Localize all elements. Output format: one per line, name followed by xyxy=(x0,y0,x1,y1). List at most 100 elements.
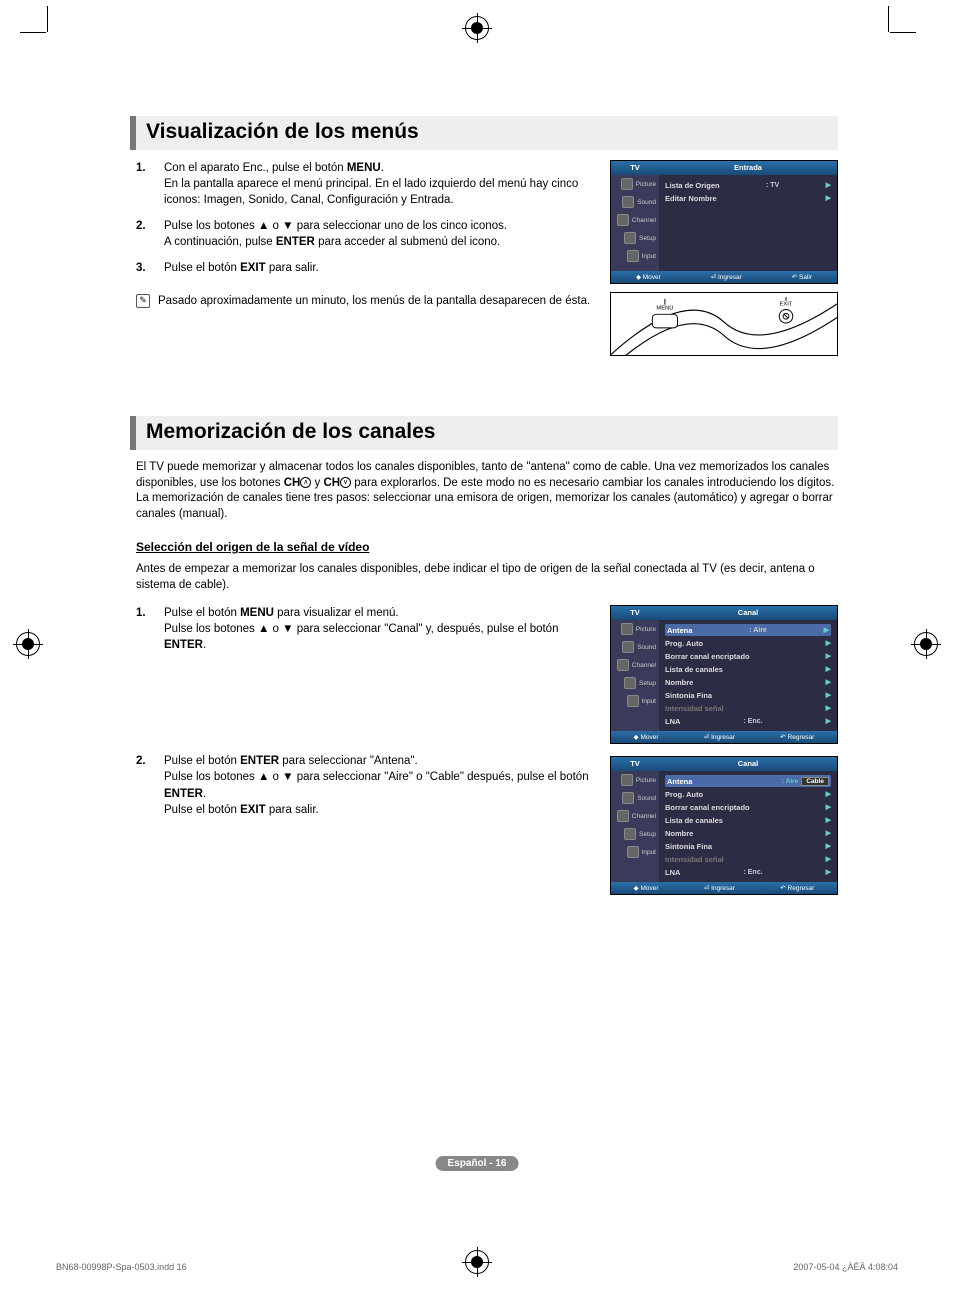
footer-right: 2007-05-04 ¿ÀÈÄ 4:08:04 xyxy=(793,1262,898,1272)
tab-tv: TV xyxy=(611,606,659,620)
registration-mark-icon xyxy=(16,632,40,656)
step-body: Pulse el botón ENTER para seleccionar "A… xyxy=(164,753,596,817)
step-num: 1. xyxy=(136,160,154,208)
step-body: Con el aparato Enc., pulse el botón MENU… xyxy=(164,160,596,208)
section1-body: 1.Con el aparato Enc., pulse el botón ME… xyxy=(136,160,838,356)
side-item: Channel xyxy=(611,211,659,229)
side-label: Sound xyxy=(637,199,656,206)
note-row: ✎ Pasado aproximadamente un minuto, los … xyxy=(136,293,596,309)
tv-menu-canal-1: TV Canal Picture Sound Channel Setup Input A… xyxy=(610,605,838,744)
step-body: Pulse el botón MENU para visualizar el m… xyxy=(164,605,596,653)
side-label: Input xyxy=(642,849,656,856)
menu-row: Intensidad señal▶ xyxy=(665,853,831,865)
step-body: Pulse el botón EXIT para salir. xyxy=(164,260,596,276)
menu-row: Intensidad señal▶ xyxy=(665,702,831,714)
tv-menu-entrada: TV Entrada PictureSoundChannelSetupInput… xyxy=(610,160,838,284)
menu-row: Borrar canal encriptado▶ xyxy=(665,801,831,813)
menu-row-label: LNA xyxy=(665,717,680,726)
section2-step1: 1. Pulse el botón MENU para visualizar e… xyxy=(136,605,596,653)
tab-section: Entrada xyxy=(659,161,837,175)
section-header-channels: Memorización de los canales xyxy=(130,416,838,450)
tv-menu-canal-2: TV Canal PictureSoundChannelSetupInput A… xyxy=(610,756,838,895)
menu-row: LNA: Enc.▶ xyxy=(665,866,831,878)
step-body: Pulse los botones ▲ o ▼ para seleccionar… xyxy=(164,218,596,250)
menu-row: Sintonia Fina▶ xyxy=(665,689,831,701)
menu-row-label: Borrar canal encriptado xyxy=(665,803,750,812)
menu-header: TV Canal xyxy=(611,606,837,620)
menu-row: Borrar canal encriptado▶ xyxy=(665,650,831,662)
menu-main: Antena: AireCableProg. Auto▶Borrar canal… xyxy=(659,771,837,882)
menu-row-label: Sintonia Fina xyxy=(665,691,712,700)
side-item: Sound xyxy=(611,638,659,656)
menu-btn-label: MENU xyxy=(656,305,673,311)
section-title: Visualización de los menús xyxy=(146,120,838,144)
menu-category-icon xyxy=(617,214,629,226)
menu-category-icon xyxy=(622,641,634,653)
side-item: Input xyxy=(611,247,659,265)
side-item: Sound xyxy=(611,789,659,807)
menu-footer: ◆ Mover ⏎ Ingresar ↶ Salir xyxy=(611,271,837,283)
menu-row: Prog. Auto▶ xyxy=(665,788,831,800)
menu-row-label: Lista de canales xyxy=(665,816,723,825)
menu-row: Lista de canales▶ xyxy=(665,663,831,675)
side-item: Picture xyxy=(611,620,659,638)
menu-footer: ◆ Mover ⏎ Ingresar ↶ Regresar xyxy=(611,731,837,743)
side-item: Setup xyxy=(611,825,659,843)
menu-row: Antena: AireCable xyxy=(665,775,831,787)
registration-mark-icon xyxy=(465,16,489,40)
menu-row-label: LNA xyxy=(665,868,680,877)
page-content: Visualización de los menús 1.Con el apar… xyxy=(130,116,838,903)
menu-row: Lista de canales▶ xyxy=(665,814,831,826)
side-item: Picture xyxy=(611,175,659,193)
menu-row-label: Antena xyxy=(667,777,692,786)
menu-row-label: Borrar canal encriptado xyxy=(665,652,750,661)
side-item: Setup xyxy=(611,674,659,692)
side-item: Channel xyxy=(611,807,659,825)
menu-row-label: Antena xyxy=(667,626,692,635)
menu-header: TV Entrada xyxy=(611,161,837,175)
menu-category-icon xyxy=(621,623,633,635)
side-label: Setup xyxy=(639,680,656,687)
menu-sidebar: Picture Sound Channel Setup Input xyxy=(611,620,659,731)
menu-row: Nombre▶ xyxy=(665,676,831,688)
section-title: Memorización de los canales xyxy=(146,420,838,444)
menu-sidebar: Picture SoundChannel Setup Input xyxy=(611,771,659,882)
menu-row-label: Lista de Origen xyxy=(665,181,720,190)
side-label: Channel xyxy=(632,217,656,224)
side-label: Setup xyxy=(639,831,656,838)
side-label: Picture xyxy=(636,626,656,633)
menu-category-icon xyxy=(622,196,634,208)
registration-mark-icon xyxy=(914,632,938,656)
menu-category-icon xyxy=(624,232,636,244)
menu-main: Antena: Aire▶Prog. Auto▶Borrar canal enc… xyxy=(659,620,837,731)
menu-row: Prog. Auto▶ xyxy=(665,637,831,649)
menu-sidebar: PictureSoundChannelSetupInput xyxy=(611,175,659,271)
side-label: Input xyxy=(642,253,656,260)
side-label: Input xyxy=(642,698,656,705)
tab-section: Canal xyxy=(659,606,837,620)
exit-btn-label: EXIT xyxy=(780,302,793,308)
footer-left: BN68-00998P-Spa-0503.indd 16 xyxy=(56,1262,187,1272)
menu-row-label: Intensidad señal xyxy=(665,704,724,713)
step-num: 2. xyxy=(136,753,154,817)
side-item: Sound xyxy=(611,193,659,211)
registration-mark-icon xyxy=(465,1250,489,1274)
menu-category-icon xyxy=(617,659,629,671)
note-icon: ✎ xyxy=(136,294,150,308)
section2-step2: 2. Pulse el botón ENTER para seleccionar… xyxy=(136,753,596,817)
side-label: Picture xyxy=(636,777,656,784)
section1-steps: 1.Con el aparato Enc., pulse el botón ME… xyxy=(136,160,596,277)
tab-tv: TV xyxy=(611,161,659,175)
side-label: Channel xyxy=(632,662,656,669)
note-text: Pasado aproximadamente un minuto, los me… xyxy=(158,293,590,309)
side-label: Picture xyxy=(636,181,656,188)
menu-main: Lista de Origen: TV▶Editar Nombre▶ xyxy=(659,175,837,271)
menu-category-icon xyxy=(622,792,634,804)
menu-category-icon xyxy=(627,250,639,262)
step-num: 3. xyxy=(136,260,154,276)
section2-intro: El TV puede memorizar y almacenar todos … xyxy=(136,460,838,522)
sub-heading: Selección del origen de la señal de víde… xyxy=(136,540,838,554)
menu-row: Editar Nombre▶ xyxy=(665,192,831,204)
menu-row-label: Sintonia Fina xyxy=(665,842,712,851)
sub-intro: Antes de empezar a memorizar los canales… xyxy=(136,562,838,593)
